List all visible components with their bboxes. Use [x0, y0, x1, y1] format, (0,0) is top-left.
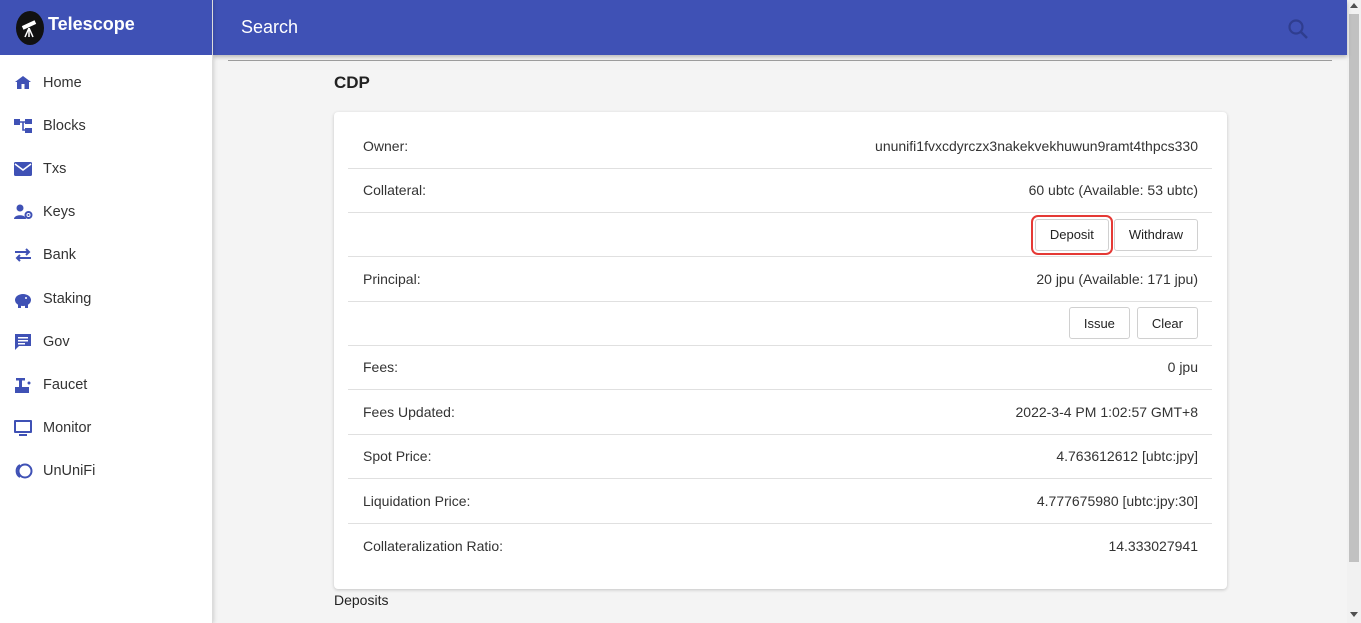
sidebar-item-blocks[interactable]: Blocks: [0, 104, 212, 147]
sidebar-item-txs[interactable]: Txs: [0, 147, 212, 190]
sidebar-item-label: Monitor: [43, 420, 92, 437]
cdp-card: Owner: ununifi1fvxcdyrczx3nakekvekhuwun9…: [334, 112, 1227, 589]
sidebar-item-label: Blocks: [43, 117, 86, 134]
scroll-down-arrow-icon[interactable]: [1350, 612, 1358, 617]
sidebar-item-label: Gov: [43, 333, 70, 350]
faucet-icon: [13, 375, 33, 395]
sidebar-item-monitor[interactable]: Monitor: [0, 407, 212, 450]
monitor-icon: [13, 418, 33, 438]
owner-label: Owner:: [363, 137, 409, 154]
fees-label: Fees:: [363, 359, 399, 376]
owner-value: ununifi1fvxcdyrczx3nakekvekhuwun9ramt4th…: [875, 137, 1198, 154]
sidebar-item-label: UnUniFi: [43, 463, 96, 480]
scroll-up-arrow-icon[interactable]: [1350, 3, 1358, 8]
fees-updated-label: Fees Updated:: [363, 403, 455, 420]
chat-icon: [13, 332, 33, 352]
sidebar-nav: Home Blocks Txs Keys Bank Staking Gov Fa…: [0, 55, 212, 493]
sidebar-item-ununifi[interactable]: UnUniFi: [0, 450, 212, 493]
collateralization-ratio-value: 14.333027941: [1108, 537, 1198, 554]
sidebar-item-keys[interactable]: Keys: [0, 191, 212, 234]
home-icon: [13, 73, 33, 93]
collateral-value: 60 ubtc (Available: 53 ubtc): [1028, 182, 1198, 199]
collateral-button-group: Deposit Withdraw: [1030, 214, 1198, 255]
collateral-actions-row: Deposit Withdraw: [348, 213, 1212, 257]
collateral-label: Collateral:: [363, 182, 427, 199]
sidebar: Telescope Home Blocks Txs Keys Bank Stak…: [0, 0, 213, 623]
sidebar-item-gov[interactable]: Gov: [0, 320, 212, 363]
liquidation-price-row: Liquidation Price: 4.777675980 [ubtc:jpy…: [348, 479, 1212, 524]
fees-value: 0 jpu: [1167, 359, 1198, 376]
liquidation-price-value: 4.777675980 [ubtc:jpy:30]: [1036, 492, 1198, 509]
mail-icon: [13, 159, 33, 179]
key-icon: [13, 202, 33, 222]
collateralization-ratio-label: Collateralization Ratio:: [363, 537, 504, 554]
sidebar-item-staking[interactable]: Staking: [0, 277, 212, 320]
sidebar-item-label: Home: [43, 74, 82, 91]
deposit-button[interactable]: Deposit: [1030, 214, 1113, 255]
principal-actions-row: Issue Clear: [348, 302, 1212, 346]
sidebar-item-label: Txs: [43, 160, 67, 177]
sidebar-item-label: Keys: [43, 204, 76, 221]
liquidation-price-label: Liquidation Price:: [363, 492, 471, 509]
ununifi-icon: [13, 461, 33, 481]
brand[interactable]: Telescope: [0, 0, 212, 55]
search-icon[interactable]: [1287, 18, 1309, 40]
sidebar-item-home[interactable]: Home: [0, 61, 212, 104]
spot-price-value: 4.763612612 [ubtc:jpy]: [1056, 448, 1198, 465]
collateral-row: Collateral: 60 ubtc (Available: 53 ubtc): [348, 169, 1212, 213]
scroll-thumb[interactable]: [1349, 14, 1359, 562]
page-title: CDP: [334, 73, 370, 92]
top-app-bar: [213, 0, 1347, 55]
withdraw-button[interactable]: Withdraw: [1113, 218, 1198, 251]
divider: [228, 60, 1332, 61]
fees-updated-row: Fees Updated: 2022-3-4 PM 1:02:57 GMT+8: [348, 390, 1212, 435]
clear-button[interactable]: Clear: [1136, 307, 1198, 339]
deposits-heading: Deposits: [334, 592, 389, 608]
telescope-logo-icon: [16, 10, 44, 45]
principal-value: 20 jpu (Available: 171 jpu): [1036, 270, 1198, 287]
fees-row: Fees: 0 jpu: [348, 346, 1212, 390]
vertical-scrollbar[interactable]: [1347, 0, 1361, 623]
cdp-detail-list: Owner: ununifi1fvxcdyrczx3nakekvekhuwun9…: [348, 124, 1212, 568]
principal-row: Principal: 20 jpu (Available: 171 jpu): [348, 257, 1212, 302]
sidebar-item-label: Bank: [43, 247, 77, 264]
sidebar-item-faucet[interactable]: Faucet: [0, 363, 212, 406]
sidebar-item-bank[interactable]: Bank: [0, 234, 212, 277]
owner-row: Owner: ununifi1fvxcdyrczx3nakekvekhuwun9…: [348, 124, 1212, 169]
collateralization-ratio-row: Collateralization Ratio: 14.333027941: [348, 524, 1212, 569]
swap-icon: [13, 245, 33, 265]
spot-price-row: Spot Price: 4.763612612 [ubtc:jpy]: [348, 435, 1212, 479]
app-title: Telescope: [48, 14, 135, 34]
blocks-icon: [13, 116, 33, 136]
sidebar-item-label: Faucet: [43, 376, 88, 393]
sidebar-item-label: Staking: [43, 290, 92, 307]
spot-price-label: Spot Price:: [363, 448, 432, 465]
principal-label: Principal:: [363, 270, 421, 287]
issue-button[interactable]: Issue: [1068, 307, 1130, 339]
search-input[interactable]: [241, 0, 1241, 55]
fees-updated-value: 2022-3-4 PM 1:02:57 GMT+8: [1015, 403, 1199, 420]
piggy-bank-icon: [13, 289, 33, 309]
